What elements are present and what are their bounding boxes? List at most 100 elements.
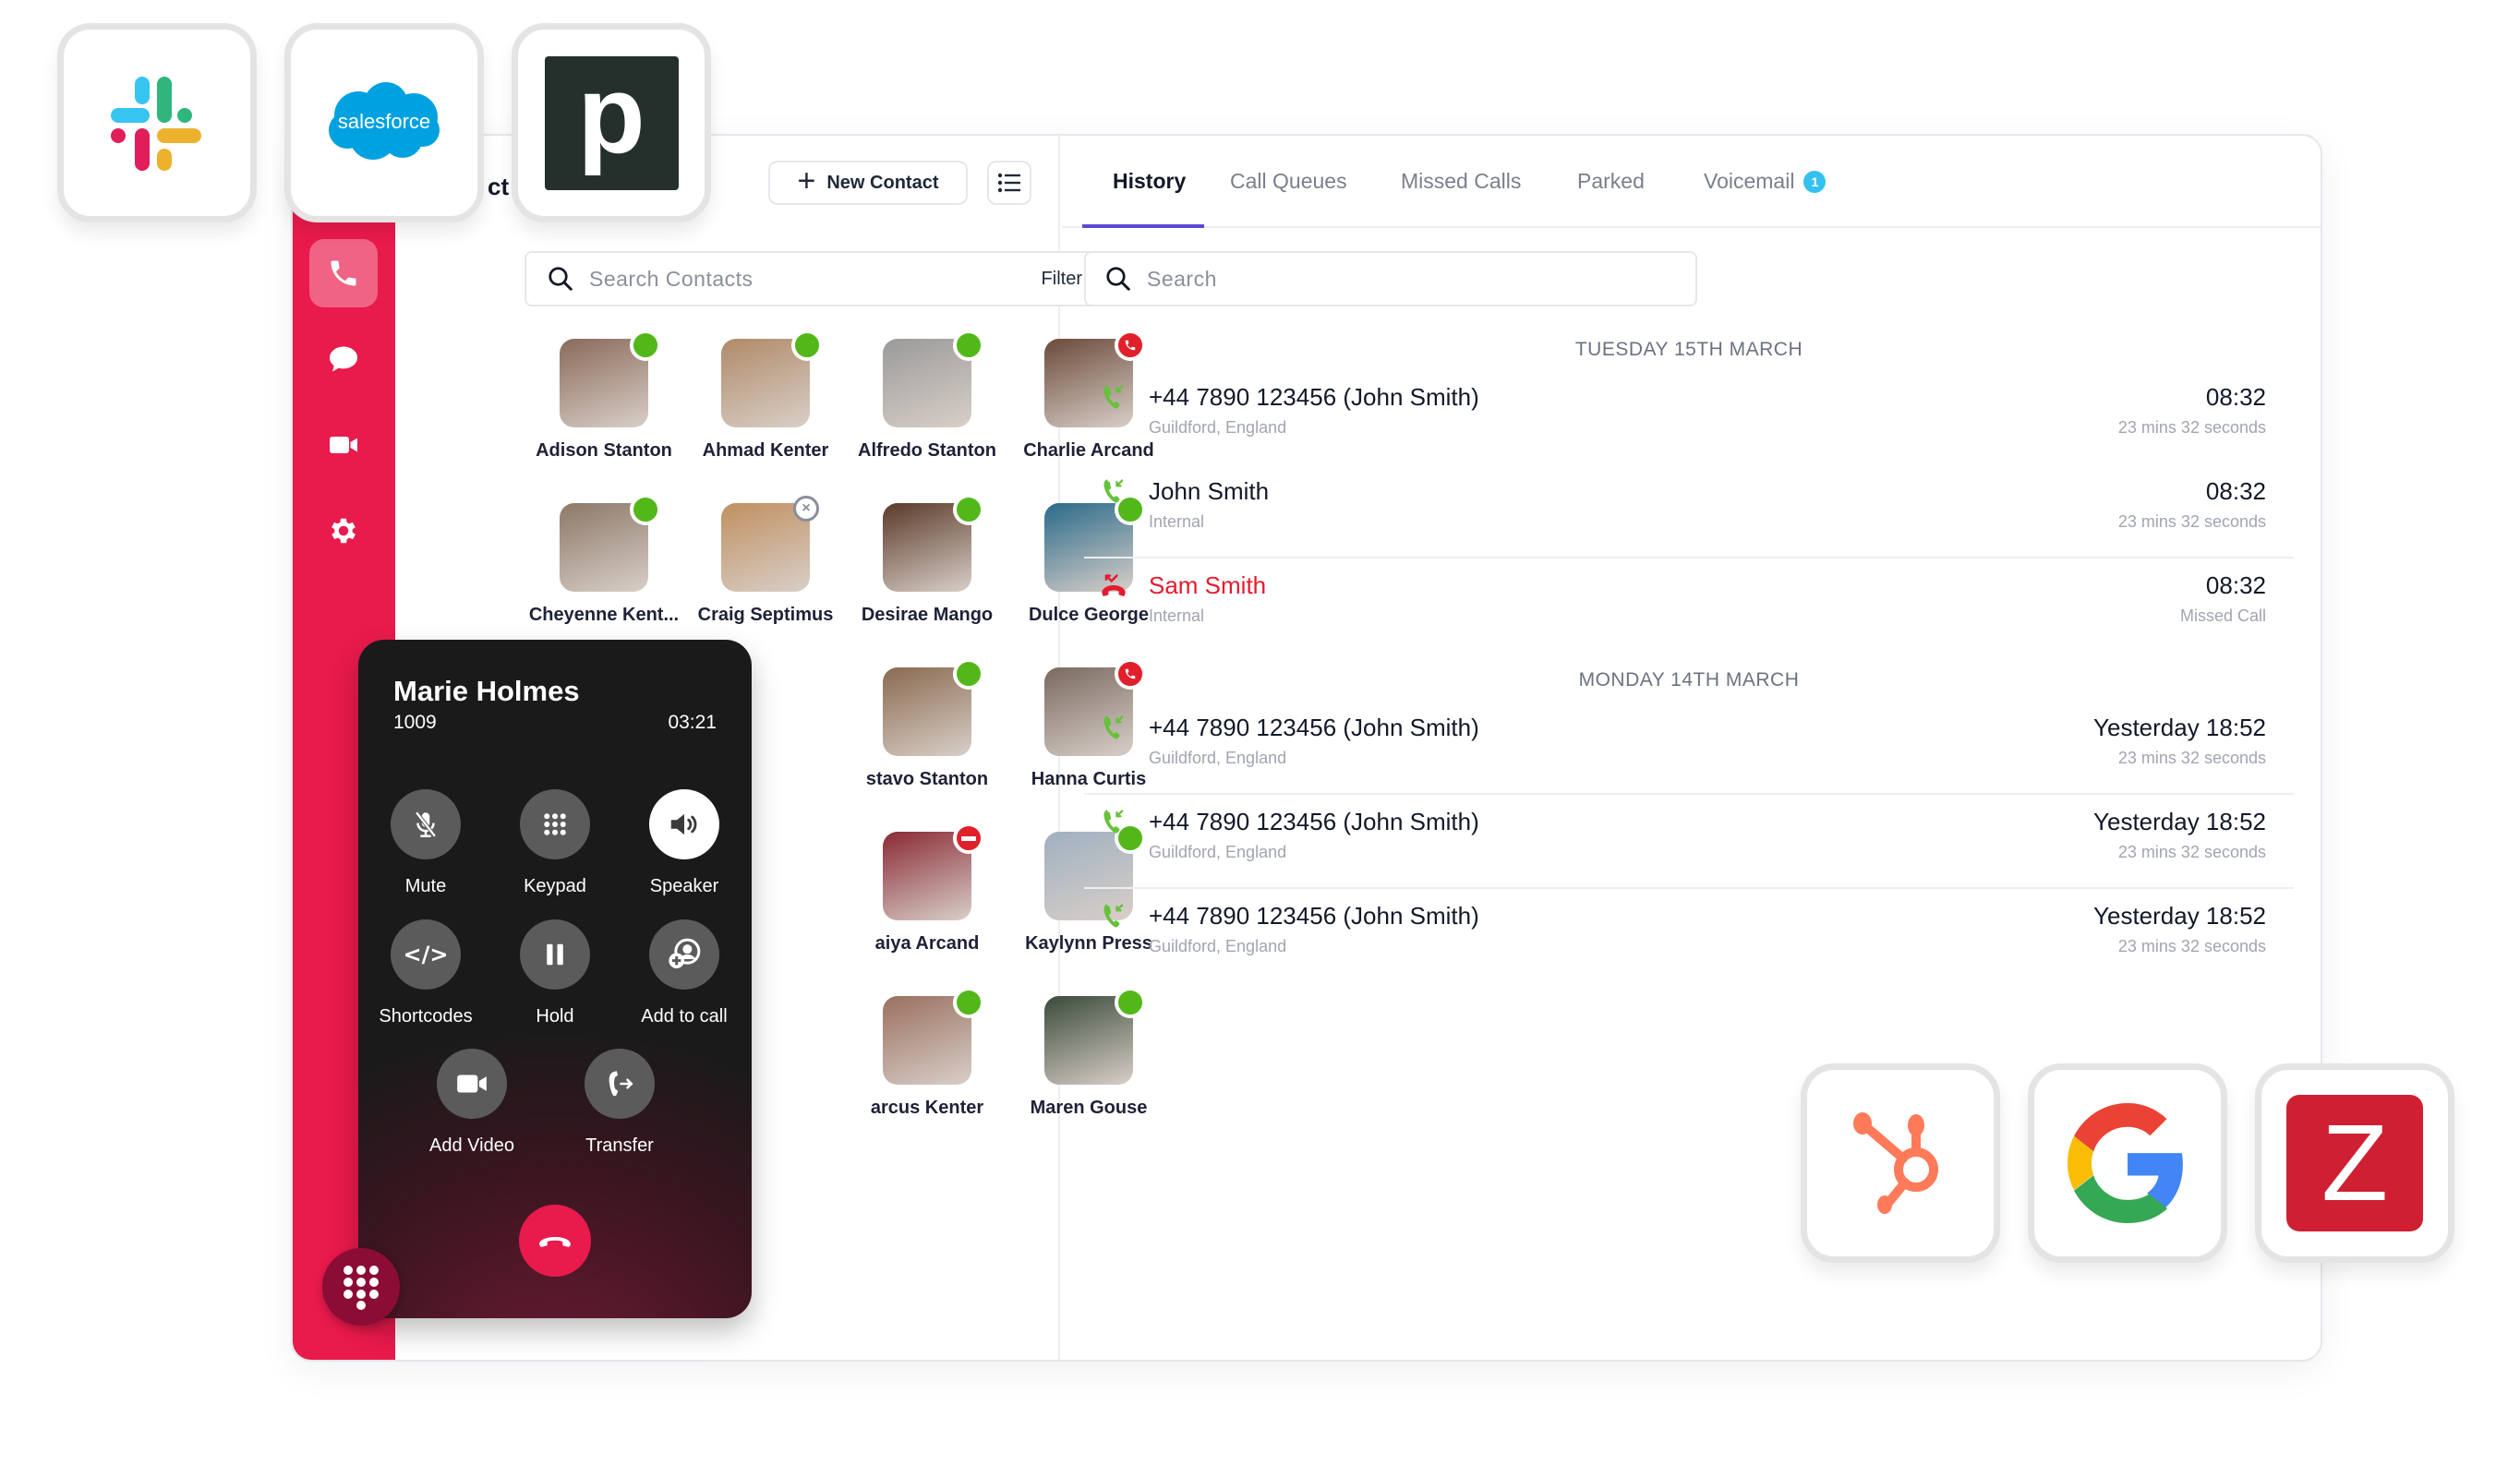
tab-parked[interactable]: Parked bbox=[1577, 169, 1645, 194]
add-to-call-button[interactable]: Add to call bbox=[620, 919, 749, 1027]
salesforce-integration[interactable]: salesforce bbox=[284, 23, 484, 222]
hold-label: Hold bbox=[536, 1006, 574, 1027]
contact-card[interactable]: Cheyenne Kent... bbox=[524, 494, 683, 626]
zoho-logo-icon: Z bbox=[2286, 1095, 2423, 1231]
add-video-button[interactable]: Add Video bbox=[407, 1049, 537, 1157]
contacts-search-input[interactable] bbox=[589, 266, 1027, 292]
list-icon bbox=[997, 173, 1020, 193]
search-icon bbox=[1106, 267, 1130, 291]
mute-button[interactable]: Mute bbox=[361, 789, 490, 897]
contact-name: Maren Gouse bbox=[1030, 1098, 1148, 1118]
contact-card[interactable]: Alfredo Stanton bbox=[848, 330, 1007, 462]
sidebar-item-settings[interactable] bbox=[309, 497, 378, 565]
call-history-row[interactable]: +44 7890 123456 (John Smith) Guildford, E… bbox=[1084, 889, 2294, 983]
avatar bbox=[883, 330, 984, 427]
tab-call-queues-label: Call Queues bbox=[1230, 169, 1347, 193]
call-history-row[interactable]: +44 7890 123456 (John Smith) Guildford, E… bbox=[1084, 370, 2294, 464]
contact-name: Craig Septimus bbox=[697, 605, 834, 625]
hold-button[interactable]: Hold bbox=[490, 919, 620, 1027]
hubspot-logo-icon bbox=[1853, 1112, 1938, 1214]
contact-card[interactable]: Desirae Mango bbox=[848, 494, 1007, 626]
add-to-call-label: Add to call bbox=[641, 1006, 728, 1027]
call-time: Yesterday 18:52 bbox=[2093, 808, 2266, 835]
svg-text:salesforce: salesforce bbox=[338, 110, 430, 133]
new-contact-button[interactable]: + New Contact bbox=[768, 161, 968, 205]
tab-missed-calls[interactable]: Missed Calls bbox=[1401, 169, 1521, 194]
call-history-row[interactable]: Sam Smith Internal 08:32 Missed Call bbox=[1084, 558, 2294, 653]
tab-call-queues[interactable]: Call Queues bbox=[1230, 169, 1347, 194]
tab-history[interactable]: History bbox=[1113, 169, 1186, 194]
contact-card[interactable]: Ahmad Kenter bbox=[686, 330, 845, 462]
contact-card[interactable]: Adison Stanton bbox=[524, 330, 683, 462]
call-title: +44 7890 123456 (John Smith) bbox=[1149, 808, 1479, 835]
keypad-button[interactable]: Keypad bbox=[490, 789, 620, 897]
call-time: 08:32 bbox=[2205, 477, 2266, 505]
call-title: +44 7890 123456 (John Smith) bbox=[1149, 714, 1479, 741]
speaker-label: Speaker bbox=[649, 876, 719, 896]
call-location: Guildford, England bbox=[1149, 749, 1287, 767]
history-tabs: History Call Queues Missed Calls Parked … bbox=[1062, 136, 2321, 228]
call-time: 08:32 bbox=[2205, 383, 2266, 411]
avatar bbox=[721, 330, 823, 427]
caller-name: Marie Holmes bbox=[393, 675, 580, 707]
call-location: Internal bbox=[1149, 512, 1205, 531]
call-history-row[interactable]: +44 7890 123456 (John Smith) Guildford, E… bbox=[1084, 795, 2294, 889]
pipedrive-logo-icon: p bbox=[544, 55, 679, 190]
presence-online-icon bbox=[953, 987, 984, 1018]
keypad-icon bbox=[544, 813, 566, 835]
transfer-label: Transfer bbox=[585, 1135, 654, 1156]
speaker-button[interactable]: Speaker bbox=[620, 789, 749, 897]
hang-up-button[interactable] bbox=[519, 1205, 591, 1277]
shortcodes-button[interactable]: </> Shortcodes bbox=[361, 919, 490, 1027]
presence-dnd-icon bbox=[953, 823, 984, 854]
tab-parked-label: Parked bbox=[1577, 169, 1645, 193]
hubspot-integration[interactable] bbox=[1801, 1063, 2000, 1263]
video-icon bbox=[457, 1075, 487, 1093]
slack-integration[interactable] bbox=[57, 23, 257, 222]
contact-card[interactable]: arcus Kenter bbox=[848, 987, 1007, 1119]
contact-name: stavo Stanton bbox=[865, 769, 989, 789]
contact-card[interactable]: Maren Gouse bbox=[1009, 987, 1168, 1119]
shortcodes-label: Shortcodes bbox=[379, 1006, 473, 1027]
slack-logo-icon bbox=[111, 77, 201, 171]
contact-name: Ahmad Kenter bbox=[702, 440, 829, 461]
sidebar-item-video[interactable] bbox=[309, 411, 378, 479]
tab-missed-calls-label: Missed Calls bbox=[1401, 169, 1522, 193]
contact-name: aiya Arcand bbox=[874, 933, 980, 954]
call-location: Internal bbox=[1149, 606, 1205, 625]
transfer-button[interactable]: Transfer bbox=[555, 1049, 684, 1157]
call-time: Yesterday 18:52 bbox=[2093, 902, 2266, 930]
incoming-call-icon bbox=[1101, 808, 1127, 835]
list-view-button[interactable] bbox=[987, 161, 1031, 205]
search-icon bbox=[549, 267, 573, 291]
new-contact-label: New Contact bbox=[826, 172, 939, 193]
contact-card[interactable]: aiya Arcand bbox=[848, 823, 1007, 955]
mic-off-icon bbox=[415, 811, 437, 838]
contact-card[interactable]: stavo Stanton bbox=[848, 658, 1007, 790]
google-integration[interactable] bbox=[2028, 1063, 2227, 1263]
presence-online-icon bbox=[953, 494, 984, 525]
missed-call-icon bbox=[1101, 571, 1127, 599]
contacts-title: ct bbox=[488, 173, 510, 200]
call-time: Yesterday 18:52 bbox=[2093, 714, 2266, 741]
keypad-label: Keypad bbox=[524, 876, 586, 896]
dialpad-button[interactable] bbox=[322, 1248, 400, 1326]
presence-online-icon bbox=[953, 330, 984, 361]
history-search-input[interactable] bbox=[1147, 266, 1677, 292]
tab-voicemail[interactable]: Voicemail 1 bbox=[1704, 169, 1827, 194]
call-history-row[interactable]: +44 7890 123456 (John Smith) Guildford, E… bbox=[1084, 701, 2294, 795]
sidebar-item-messages[interactable] bbox=[309, 325, 378, 393]
code-icon: </> bbox=[403, 942, 449, 967]
pipedrive-integration[interactable]: p bbox=[512, 23, 711, 222]
sidebar-item-calls[interactable] bbox=[309, 239, 378, 307]
gear-icon bbox=[332, 518, 356, 544]
contact-card[interactable]: × Craig Septimus bbox=[686, 496, 845, 626]
contact-name: Adison Stanton bbox=[536, 440, 672, 461]
call-history-row[interactable]: John Smith Internal 08:32 23 mins 32 second… bbox=[1084, 464, 2294, 558]
day-header: MONDAY 14TH MARCH bbox=[1578, 669, 1800, 690]
call-duration: 23 mins 32 seconds bbox=[2117, 512, 2266, 531]
voicemail-count-badge: 1 bbox=[1803, 171, 1827, 193]
avatar bbox=[1044, 987, 1146, 1085]
incoming-call-icon bbox=[1101, 714, 1127, 741]
zoho-integration[interactable]: Z bbox=[2255, 1063, 2454, 1263]
